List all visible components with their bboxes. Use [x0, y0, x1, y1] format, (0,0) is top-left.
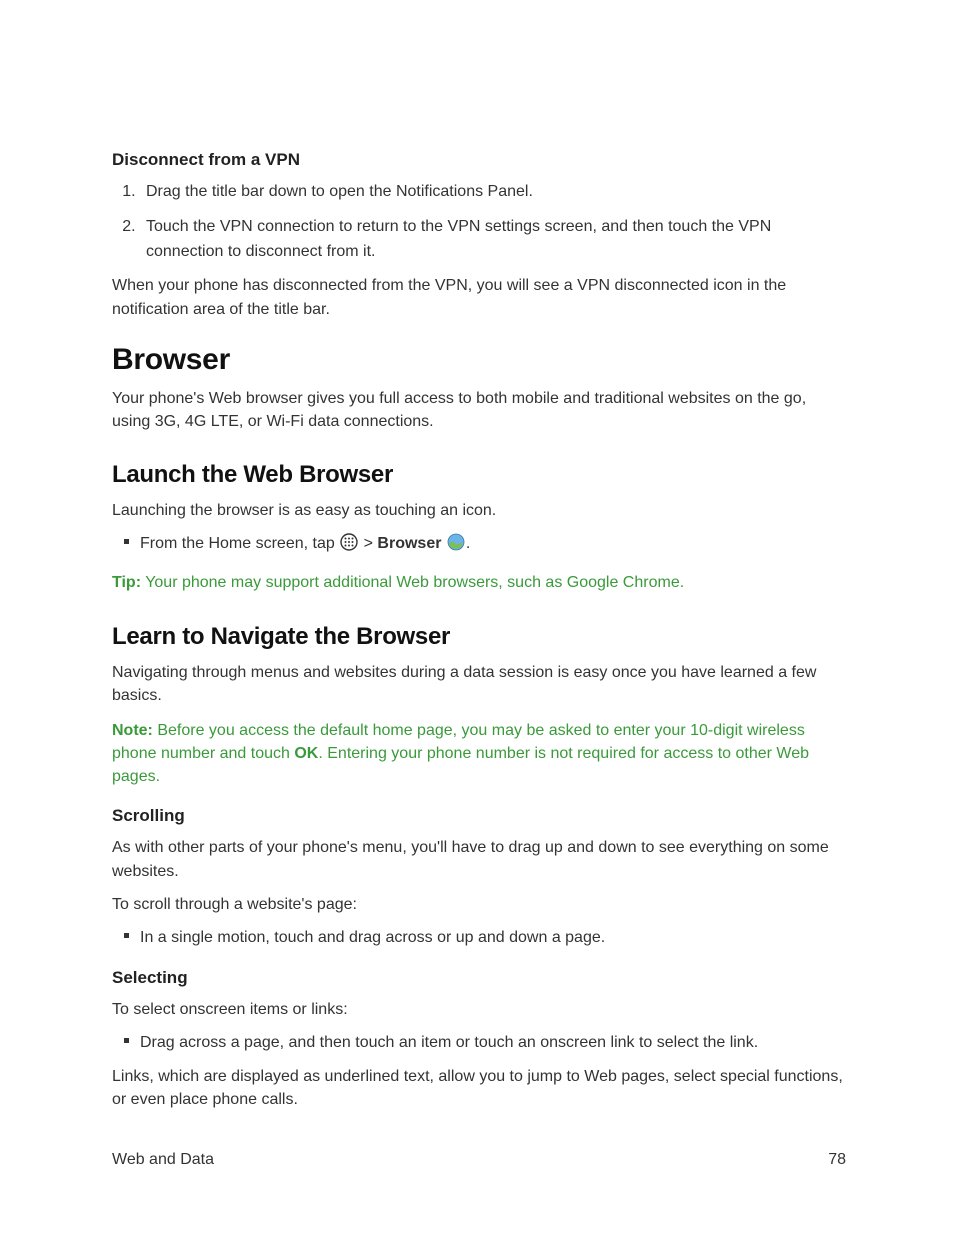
navigate-note: Note: Before you access the default home… [112, 719, 846, 789]
scrolling-p2: To scroll through a website's page: [112, 893, 846, 916]
page-footer: Web and Data 78 [112, 1151, 846, 1169]
navigate-intro: Navigating through menus and websites du… [112, 661, 846, 707]
footer-page-number: 78 [828, 1151, 846, 1169]
list-item: Drag across a page, and then touch an it… [140, 1031, 846, 1055]
heading-selecting: Selecting [112, 968, 846, 988]
browser-intro: Your phone's Web browser gives you full … [112, 387, 846, 433]
document-page: Disconnect from a VPN Drag the title bar… [0, 0, 954, 1235]
note-label: Note: [112, 722, 153, 739]
launch-bullet-gt: > [359, 535, 377, 552]
launch-tip: Tip: Your phone may support additional W… [112, 571, 846, 594]
launch-intro: Launching the browser is as easy as touc… [112, 499, 846, 522]
tip-label: Tip: [112, 574, 141, 591]
list-item: Drag the title bar down to open the Noti… [140, 180, 846, 205]
scrolling-p1: As with other parts of your phone's menu… [112, 836, 846, 882]
disconnect-after-text: When your phone has disconnected from th… [112, 274, 846, 320]
scrolling-bullet-list: In a single motion, touch and drag acros… [112, 926, 846, 950]
footer-section-name: Web and Data [112, 1151, 214, 1169]
selecting-intro: To select onscreen items or links: [112, 998, 846, 1021]
apps-grid-icon [340, 533, 358, 559]
heading-browser: Browser [112, 343, 846, 377]
launch-bullet-list: From the Home screen, tap > Browser . [112, 532, 846, 559]
launch-bullet-bold: Browser [377, 535, 441, 552]
disconnect-steps-list: Drag the title bar down to open the Noti… [112, 180, 846, 264]
list-item: Touch the VPN connection to return to th… [140, 215, 846, 265]
tip-text: Your phone may support additional Web br… [141, 574, 684, 591]
note-bold: OK [294, 745, 318, 762]
selecting-bullet-list: Drag across a page, and then touch an it… [112, 1031, 846, 1055]
heading-learn-navigate: Learn to Navigate the Browser [112, 623, 846, 651]
browser-globe-icon [447, 533, 465, 559]
list-item: From the Home screen, tap > Browser . [140, 532, 846, 559]
heading-scrolling: Scrolling [112, 806, 846, 826]
list-item: In a single motion, touch and drag acros… [140, 926, 846, 950]
heading-launch-web-browser: Launch the Web Browser [112, 461, 846, 489]
launch-bullet-prefix: From the Home screen, tap [140, 535, 339, 552]
launch-bullet-period: . [466, 535, 470, 552]
selecting-after: Links, which are displayed as underlined… [112, 1065, 846, 1111]
heading-disconnect-vpn: Disconnect from a VPN [112, 150, 846, 170]
